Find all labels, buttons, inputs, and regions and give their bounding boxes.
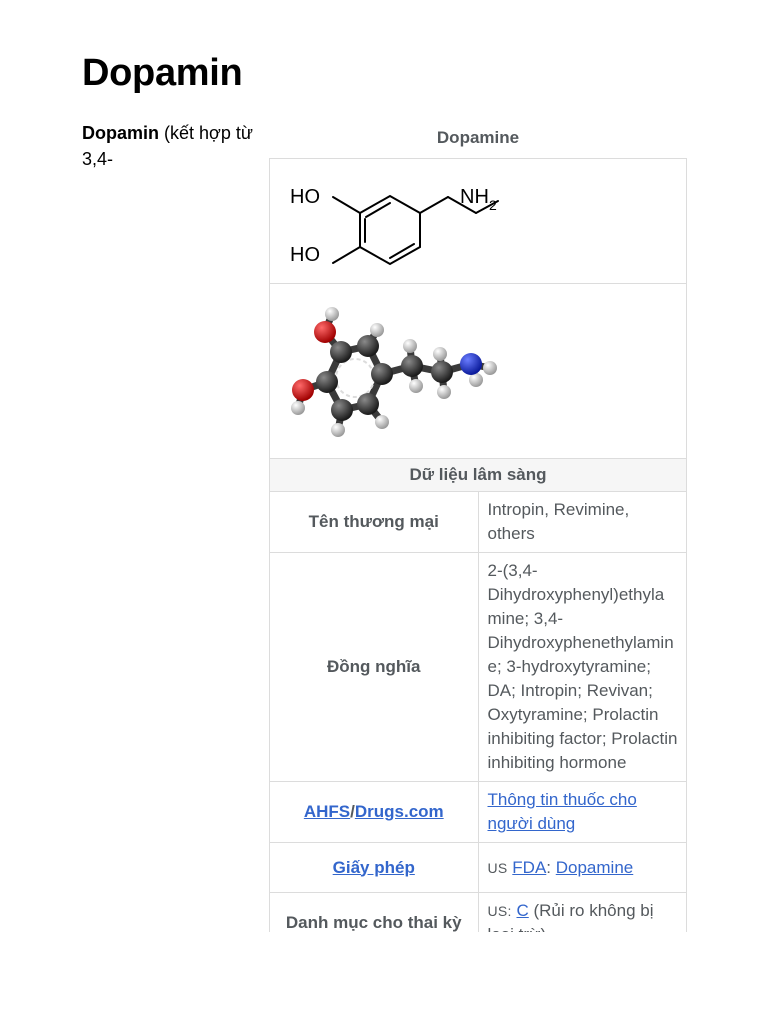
fda-link[interactable]: FDA — [512, 858, 546, 877]
row-license: Giấy phép US FDA: Dopamine — [269, 842, 687, 893]
license-value: US FDA: Dopamine — [477, 842, 687, 893]
infobox-table: HO HO NH 2 Dữ liệu lâm sàng Tên thương m… — [269, 158, 687, 932]
row-ahfs: AHFS/Drugs.com Thông tin thuốc cho người… — [269, 781, 687, 843]
structure-3d-cell — [269, 283, 687, 459]
ahfs-label: AHFS/Drugs.com — [269, 781, 479, 843]
section-clinical-data: Dữ liệu lâm sàng — [269, 458, 687, 492]
structure-2d-cell: HO HO NH 2 — [269, 158, 687, 284]
pregnancy-category-link[interactable]: C — [516, 901, 528, 920]
structural-formula-image[interactable]: HO HO NH 2 — [270, 159, 686, 283]
drugs-com-link[interactable]: Drugs.com — [355, 802, 444, 821]
page-title: Dopamin — [82, 52, 243, 94]
license-label: Giấy phép — [269, 842, 479, 893]
infobox: Dopamine HO HO NH 2 Dữ liệu lâm sàng Tên… — [269, 122, 687, 932]
trade-names-value: Intropin, Revimine, others — [477, 491, 687, 553]
label-ho-bottom: HO — [290, 244, 320, 266]
row-synonyms: Đồng nghĩa 2-(3,4-Dihydroxyphenyl)ethyla… — [269, 552, 687, 782]
lead-bold-term: Dopamin — [82, 123, 160, 143]
infobox-caption: Dopamine — [436, 128, 520, 147]
consumer-drug-info-link[interactable]: Thông tin thuốc cho người dùng — [488, 790, 637, 833]
synonyms-label: Đồng nghĩa — [269, 552, 479, 782]
license-link[interactable]: Giấy phép — [333, 858, 415, 877]
dopamine-fda-link[interactable]: Dopamine — [556, 858, 634, 877]
lead-paragraph: Dopamin (kết hợp từ 3,4- — [82, 120, 272, 172]
label-nh: NH — [460, 186, 489, 208]
pregnancy-us-prefix: US: — [487, 903, 512, 919]
ball-and-stick-model-image[interactable] — [270, 284, 686, 458]
ahfs-link[interactable]: AHFS — [304, 802, 350, 821]
label-ho-top: HO — [290, 186, 320, 208]
synonyms-value: 2-(3,4-Dihydroxyphenyl)ethylamine; 3,4-D… — [477, 552, 687, 782]
label-nh-subscript: 2 — [489, 197, 497, 213]
ahfs-value: Thông tin thuốc cho người dùng — [477, 781, 687, 843]
license-us-prefix: US — [487, 859, 508, 876]
row-pregnancy: Danh mục cho thai kỳ US: C (Rủi ro không… — [269, 892, 687, 932]
row-trade-names: Tên thương mại Intropin, Revimine, other… — [269, 491, 687, 553]
pregnancy-value: US: C (Rủi ro không bị loại trừ) — [477, 892, 687, 932]
trade-names-label: Tên thương mại — [269, 491, 479, 553]
pregnancy-category-text: (Rủi ro không bị loại trừ) — [488, 901, 654, 932]
pregnancy-label: Danh mục cho thai kỳ — [269, 892, 479, 932]
license-separator: : — [546, 857, 556, 877]
